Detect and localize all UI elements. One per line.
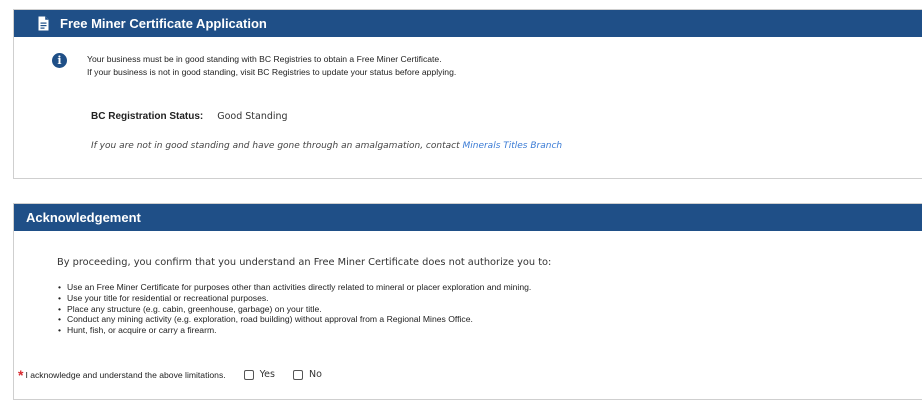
required-asterisk-icon: * (18, 366, 24, 383)
no-label[interactable]: No (309, 369, 322, 380)
info-line-1: Your business must be in good standing w… (87, 54, 442, 64)
list-item: Use an Free Miner Certificate for purpos… (57, 282, 531, 293)
info-icon: i (52, 53, 67, 68)
acknowledgement-intro: By proceeding, you confirm that you unde… (57, 257, 552, 268)
certificate-panel-header: Free Miner Certificate Application (14, 10, 922, 37)
registration-status-label: BC Registration Status: (91, 111, 204, 122)
info-line-2: If your business is not in good standing… (87, 67, 457, 77)
info-message: i Your business must be in good standing… (52, 53, 456, 79)
minerals-titles-branch-link[interactable]: Minerals Titles Branch (462, 141, 562, 151)
acknowledgement-panel: Acknowledgement By proceeding, you confi… (13, 203, 922, 400)
acknowledgement-panel-title: Acknowledgement (26, 210, 141, 225)
list-item: Place any structure (e.g. cabin, greenho… (57, 304, 531, 315)
acknowledge-label: I acknowledge and understand the above l… (25, 369, 226, 380)
list-item: Use your title for residential or recrea… (57, 293, 531, 304)
certificate-application-panel: Free Miner Certificate Application i You… (13, 9, 922, 179)
registration-status: BC Registration Status: Good Standing (91, 111, 288, 122)
acknowledgement-panel-header: Acknowledgement (14, 204, 922, 231)
document-icon (36, 16, 51, 31)
info-text: Your business must be in good standing w… (87, 53, 456, 79)
acknowledge-question: * I acknowledge and understand the above… (18, 366, 340, 383)
no-checkbox[interactable] (292, 369, 303, 380)
amalgamation-text: If you are not in good standing and have… (91, 141, 463, 151)
amalgamation-note: If you are not in good standing and have… (91, 141, 562, 151)
yes-checkbox[interactable] (243, 369, 254, 380)
yes-label[interactable]: Yes (260, 369, 275, 380)
limitations-list: Use an Free Miner Certificate for purpos… (57, 282, 531, 336)
list-item: Hunt, fish, or acquire or carry a firear… (57, 325, 531, 336)
registration-status-value: Good Standing (217, 111, 288, 122)
list-item: Conduct any mining activity (e.g. explor… (57, 314, 531, 325)
certificate-panel-title: Free Miner Certificate Application (60, 16, 267, 31)
